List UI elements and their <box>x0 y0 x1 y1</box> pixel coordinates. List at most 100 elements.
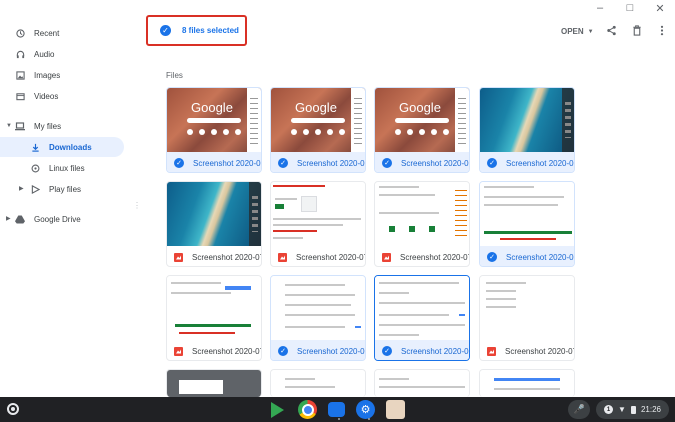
video-icon <box>15 91 25 101</box>
sidebar-item-google-drive[interactable]: Google Drive <box>0 209 124 229</box>
file-card[interactable]: Screenshot 2020-07... <box>270 181 366 267</box>
sidebar-item-label: Recent <box>34 28 60 38</box>
chrome-icon[interactable] <box>298 400 317 419</box>
sidebar-item-recent[interactable]: Recent <box>0 23 124 43</box>
sidebar-item-downloads[interactable]: Downloads <box>0 137 124 157</box>
file-card[interactable]: Screenshot 2020-07... <box>479 275 575 361</box>
open-button[interactable]: OPEN ▼ <box>561 27 594 36</box>
image-file-icon <box>487 346 496 356</box>
image-icon <box>15 70 25 80</box>
file-label-row: ✓ Screenshot 2020-07... <box>375 340 469 360</box>
wifi-icon: ▼ <box>618 405 626 414</box>
file-thumbnail: Google <box>375 88 469 152</box>
file-thumbnail <box>271 182 365 246</box>
file-name: Screenshot 2020-07... <box>192 346 261 356</box>
file-card[interactable]: Screenshot 2020-07... <box>166 181 262 267</box>
sidebar-item-label: Images <box>34 70 61 80</box>
delete-icon[interactable] <box>631 25 643 37</box>
file-card[interactable]: Google ✓ Screenshot 2020-07... <box>374 87 470 173</box>
check-icon[interactable]: ✓ <box>487 252 497 262</box>
sidebar-item-images[interactable]: Images <box>0 65 124 85</box>
file-label-row: ✓ Screenshot 2020-07... <box>271 152 365 172</box>
sidebar-item-label: Play files <box>49 184 82 194</box>
file-thumbnail <box>480 276 574 340</box>
file-card[interactable] <box>479 369 575 397</box>
chevron-down-icon: ▼ <box>587 28 594 35</box>
file-label-row: ✓ Screenshot 2020-07... <box>167 152 261 172</box>
sidebar-item-label: Videos <box>34 91 59 101</box>
window-controls: – □ ✕ <box>593 2 667 15</box>
linux-icon <box>30 163 40 173</box>
check-icon[interactable]: ✓ <box>278 346 288 356</box>
thumbnail-text: Google <box>399 100 441 115</box>
maximize-icon[interactable]: □ <box>623 2 637 15</box>
launcher-icon[interactable] <box>7 403 19 415</box>
clock-icon <box>15 28 25 38</box>
sidebar-item-videos[interactable]: Videos <box>0 86 124 106</box>
file-card[interactable]: ✓ Screenshot 2020-07... <box>479 87 575 173</box>
shelf: ⚙ 🎤 1 ▼ 21:26 <box>0 397 675 422</box>
running-indicator <box>368 418 370 420</box>
sidebar-item-my-files[interactable]: My files <box>0 116 124 136</box>
file-card[interactable]: ✓ Screenshot 2020-07... <box>270 275 366 361</box>
check-icon[interactable]: ✓ <box>382 346 392 356</box>
file-label-row: ✓ Screenshot 2020-07... <box>480 152 574 172</box>
sidebar-item-label: My files <box>34 121 62 131</box>
file-card[interactable]: Screenshot 2020-07... <box>166 275 262 361</box>
more-options-icon[interactable] <box>656 25 668 37</box>
minimize-icon[interactable]: – <box>593 2 607 15</box>
laptop-icon <box>15 121 25 131</box>
file-thumbnail: Google <box>167 88 261 152</box>
files-app-window: – □ ✕ Recent Audio Images Videos ▼ My fi… <box>0 0 675 397</box>
file-card[interactable] <box>374 369 470 397</box>
system-tray: 🎤 1 ▼ 21:26 <box>568 400 669 419</box>
file-name: Screenshot 2020-07... <box>505 346 574 356</box>
assistant-mic-icon[interactable]: 🎤 <box>568 400 591 419</box>
file-thumbnail <box>480 370 574 397</box>
check-icon[interactable]: ✓ <box>278 158 288 168</box>
file-thumbnail <box>167 276 261 340</box>
file-card[interactable] <box>166 369 262 397</box>
share-icon[interactable] <box>605 25 617 37</box>
image-file-icon <box>174 252 183 262</box>
file-thumbnail <box>271 370 365 397</box>
check-icon[interactable]: ✓ <box>160 25 171 36</box>
file-thumbnail <box>167 370 261 397</box>
file-card[interactable]: Google ✓ Screenshot 2020-07... <box>270 87 366 173</box>
headphones-icon <box>15 49 25 59</box>
settings-gear-icon[interactable]: ⚙ <box>356 400 375 419</box>
image-file-icon <box>382 252 391 262</box>
file-card[interactable]: Google ✓ Screenshot 2020-07... <box>166 87 262 173</box>
status-area[interactable]: 1 ▼ 21:26 <box>596 400 669 419</box>
sidebar-item-linux-files[interactable]: Linux files <box>0 158 124 178</box>
file-name: Screenshot 2020-07... <box>296 252 365 262</box>
file-card[interactable] <box>270 369 366 397</box>
sidebar-resize-handle[interactable]: ⋮ <box>133 201 141 210</box>
file-card[interactable]: ✓ Screenshot 2020-07... <box>479 181 575 267</box>
file-thumbnail <box>375 276 469 340</box>
sidebar-item-play-files[interactable]: Play files <box>0 179 124 199</box>
battery-icon <box>630 405 636 414</box>
sidebar-item-label: Google Drive <box>34 214 81 224</box>
files-app-icon[interactable] <box>328 402 345 417</box>
file-card[interactable]: ✓ Screenshot 2020-07... <box>374 275 470 361</box>
check-icon[interactable]: ✓ <box>382 158 392 168</box>
sidebar-item-label: Audio <box>34 49 55 59</box>
sidebar: Recent Audio Images Videos ▼ My files Do… <box>0 18 128 397</box>
check-icon[interactable]: ✓ <box>174 158 184 168</box>
clock-time: 21:26 <box>640 405 661 414</box>
drive-icon <box>15 214 25 224</box>
sidebar-item-audio[interactable]: Audio <box>0 44 124 64</box>
play-icon <box>30 184 40 194</box>
thumbnail-text: Google <box>191 100 233 115</box>
close-icon[interactable]: ✕ <box>653 2 667 15</box>
play-store-icon[interactable] <box>268 400 287 419</box>
check-icon[interactable]: ✓ <box>487 158 497 168</box>
sidebar-item-label: Linux files <box>49 163 85 173</box>
gallery-icon[interactable] <box>386 400 405 419</box>
image-file-icon <box>278 252 287 262</box>
open-button-label: OPEN <box>561 27 584 36</box>
file-label-row: Screenshot 2020-07... <box>167 340 261 360</box>
file-card[interactable]: Screenshot 2020-07... <box>374 181 470 267</box>
image-file-icon <box>174 346 183 356</box>
